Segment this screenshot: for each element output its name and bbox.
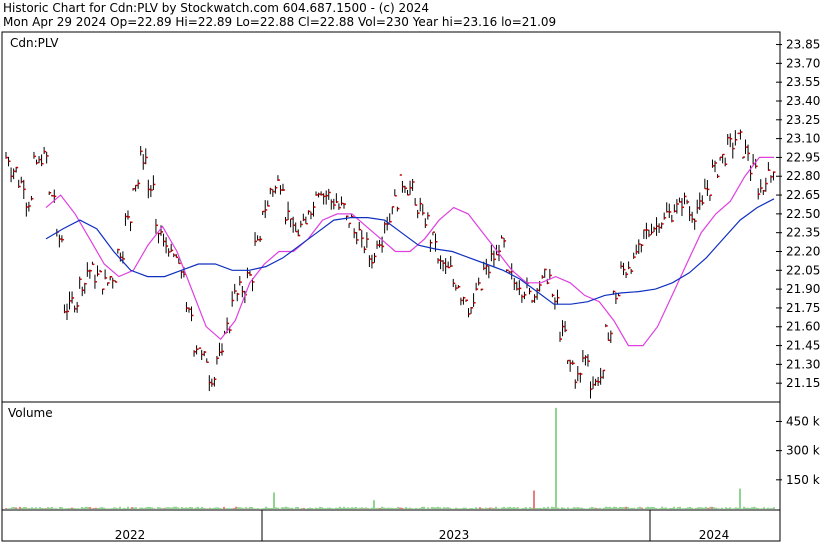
volume-tick-label: 450 k [786, 414, 820, 428]
price-tick-label: 23.10 [786, 132, 820, 146]
price-tick-label: 23.55 [786, 75, 820, 89]
price-tick-label: 23.70 [786, 56, 820, 70]
price-panel-frame [1, 31, 781, 403]
price-tick-label: 23.40 [786, 94, 820, 108]
time-axis: 2022 2023 2024 [115, 510, 730, 542]
price-tick-label: 22.50 [786, 207, 820, 221]
volume-panel-frame [1, 401, 781, 511]
volume-tick-label: 300 k [786, 444, 820, 458]
price-axis-ticks: 23.85 23.70 23.55 23.40 23.25 23.10 22.95 22.80… [776, 38, 820, 390]
price-tick-label: 23.85 [786, 38, 820, 52]
volume-axis-ticks: 450 k 300 k 150 k [776, 414, 820, 487]
price-tick-label: 21.60 [786, 320, 820, 334]
price-tick-label: 22.95 [786, 150, 820, 164]
price-tick-label: 23.25 [786, 113, 820, 127]
year-label: 2024 [699, 528, 730, 542]
price-panel-title: Cdn:PLV [10, 36, 59, 50]
price-tick-label: 22.05 [786, 263, 820, 277]
volume-tick-label: 150 k [786, 473, 820, 487]
price-tick-label: 21.45 [786, 339, 820, 353]
price-tick-label: 21.30 [786, 357, 820, 371]
price-tick-label: 22.65 [786, 188, 820, 202]
volume-bars [5, 407, 775, 509]
price-tick-label: 21.15 [786, 376, 820, 390]
stock-chart: Cdn:PLV Volume 23.85 23.70 23.55 23.40 23.25… [1, 31, 820, 542]
year-label: 2023 [439, 528, 470, 542]
year-label: 2022 [115, 528, 146, 542]
volume-panel-title: Volume [8, 406, 53, 420]
price-tick-label: 21.90 [786, 282, 820, 296]
price-tick-label: 21.75 [786, 301, 820, 315]
price-tick-label: 22.35 [786, 226, 820, 240]
price-tick-label: 22.80 [786, 169, 820, 183]
price-bars [5, 129, 776, 399]
price-tick-label: 22.20 [786, 244, 820, 258]
